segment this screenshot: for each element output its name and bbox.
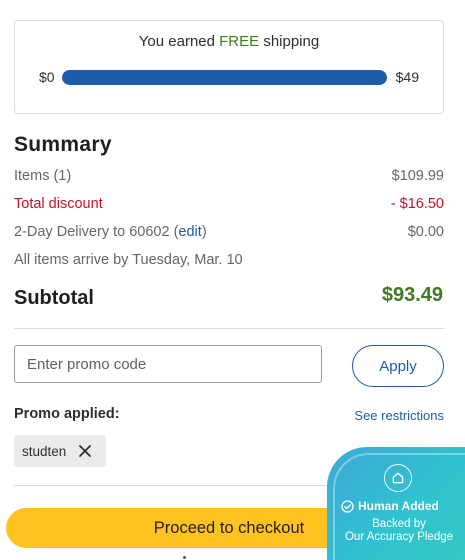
apply-promo-button[interactable]: Apply: [352, 345, 444, 387]
shipping-progress-bar: [62, 70, 387, 85]
scroll-indicator: [183, 556, 186, 559]
subtotal-label: Subtotal: [14, 287, 94, 309]
free-shipping-free-word: FREE: [219, 33, 260, 50]
badge-title-text: Human Added: [358, 499, 439, 513]
delivery-edit-link[interactable]: edit: [178, 224, 201, 240]
divider: [14, 328, 444, 329]
delivery-row: 2-Day Delivery to 60602 (edit) $0.00: [14, 224, 444, 240]
human-added-badge[interactable]: Human Added Backed by Our Accuracy Pledg…: [327, 447, 465, 560]
remove-promo-icon[interactable]: [78, 444, 92, 458]
applied-promo-code: studten: [22, 443, 67, 459]
discount-row: Total discount - $16.50: [14, 196, 444, 212]
items-value: $109.99: [391, 168, 444, 184]
arrival-row: All items arrive by Tuesday, Mar. 10: [14, 252, 444, 268]
promo-applied-label: Promo applied:: [14, 406, 120, 422]
badge-subtitle: Backed by Our Accuracy Pledge: [331, 518, 465, 544]
applied-promo-chip: studten: [14, 435, 106, 467]
shipping-progress-fill: [62, 70, 387, 85]
free-shipping-card: You earned FREE shipping $0 $49: [14, 20, 444, 114]
items-row: Items (1) $109.99: [14, 168, 444, 184]
delivery-value: $0.00: [407, 224, 444, 240]
badge-title: Human Added: [341, 499, 465, 513]
free-shipping-suffix: shipping: [259, 33, 320, 50]
badge-subtitle-line2: Our Accuracy Pledge: [344, 531, 454, 543]
home-shield-icon: [384, 464, 412, 492]
items-label: Items (1): [14, 168, 72, 184]
free-shipping-prefix: You earned: [138, 33, 220, 50]
summary-heading: Summary: [14, 133, 112, 156]
discount-value: - $16.50: [390, 196, 444, 212]
progress-max-label: $49: [395, 69, 419, 85]
badge-subtitle-line1: Backed by: [372, 518, 426, 530]
free-shipping-message: You earned FREE shipping: [15, 33, 443, 50]
see-restrictions-link[interactable]: See restrictions: [354, 408, 444, 423]
discount-label: Total discount: [14, 196, 103, 212]
check-circle-icon: [341, 499, 354, 513]
progress-min-label: $0: [39, 69, 55, 85]
subtotal-value: $93.49: [381, 284, 443, 306]
promo-code-input[interactable]: [14, 345, 322, 383]
delivery-label-prefix: 2-Day Delivery to 60602 (: [14, 224, 179, 240]
arrival-note: All items arrive by Tuesday, Mar. 10: [14, 252, 243, 268]
delivery-label-suffix: ): [201, 224, 207, 240]
